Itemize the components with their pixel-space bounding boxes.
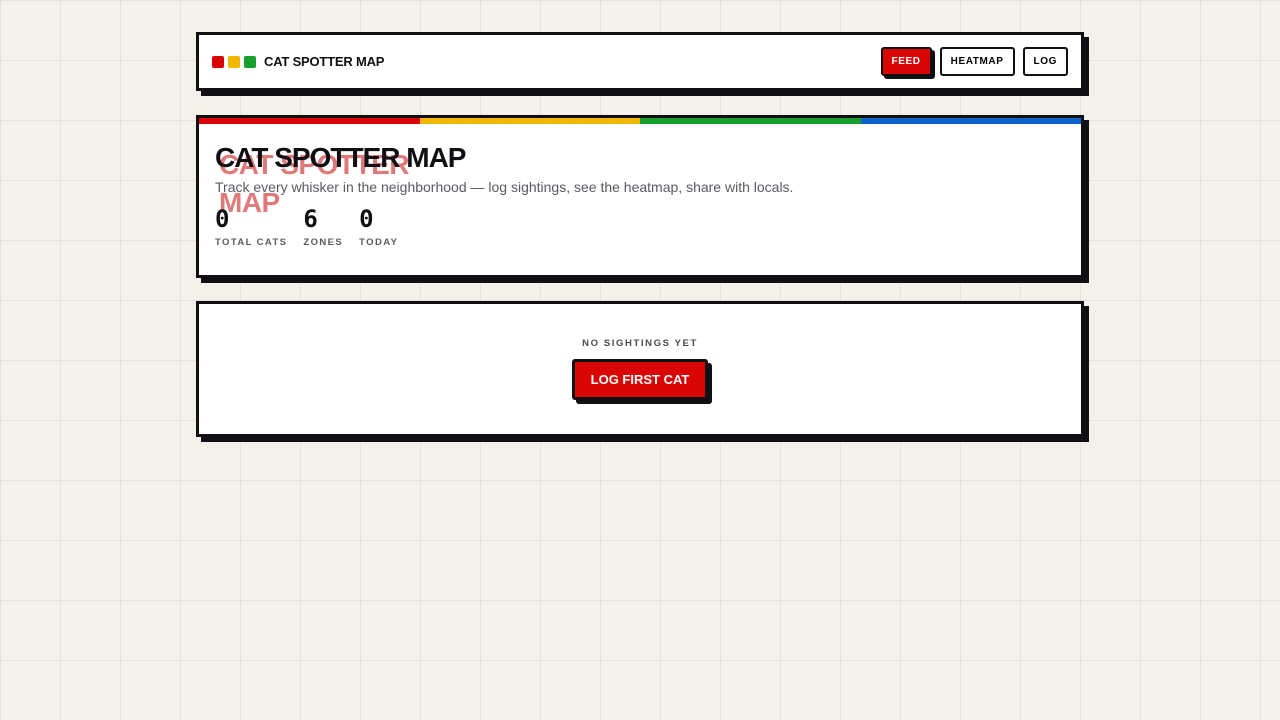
log-first-cat-button[interactable]: LOG FIRST CAT bbox=[571, 359, 709, 400]
stat-zones: 6 ZONES bbox=[303, 205, 343, 248]
stat-label: TODAY bbox=[359, 237, 399, 248]
empty-state-label: NO SIGHTINGS YET bbox=[582, 338, 698, 349]
stat-label: ZONES bbox=[303, 237, 344, 248]
stat-value: 0 bbox=[359, 205, 374, 233]
stat-label: TOTAL CATS bbox=[215, 237, 288, 248]
stat-total-cats: 0 TOTAL CATS bbox=[215, 205, 287, 248]
hero-card: CAT SPOTTER MAP CAT SPOTTER MAP Track ev… bbox=[196, 115, 1084, 278]
nav-feed-button[interactable]: FEED bbox=[880, 47, 932, 76]
top-nav-bar: CAT SPOTTER MAP FEED HEATMAP LOG bbox=[196, 32, 1084, 91]
nav-log-button[interactable]: LOG bbox=[1022, 47, 1068, 76]
nav-heatmap-button[interactable]: HEATMAP bbox=[939, 47, 1015, 76]
page-subtitle: Track every whisker in the neighborhood … bbox=[215, 179, 794, 195]
nav-buttons: FEED HEATMAP LOG bbox=[880, 47, 1068, 76]
brand-title: CAT SPOTTER MAP bbox=[264, 54, 385, 69]
green-dot-icon bbox=[244, 55, 256, 68]
stat-value: 6 bbox=[303, 205, 318, 233]
red-dot-icon bbox=[212, 55, 224, 68]
stat-value: 0 bbox=[215, 205, 230, 233]
page-title: CAT SPOTTER MAP bbox=[215, 142, 466, 173]
yellow-dot-icon bbox=[228, 55, 240, 68]
window-dots bbox=[212, 55, 256, 68]
stats-row: 0 TOTAL CATS 6 ZONES 0 TODAY bbox=[215, 205, 1065, 248]
stat-today: 0 TODAY bbox=[359, 205, 398, 248]
sightings-empty-state: NO SIGHTINGS YET LOG FIRST CAT bbox=[196, 301, 1084, 437]
